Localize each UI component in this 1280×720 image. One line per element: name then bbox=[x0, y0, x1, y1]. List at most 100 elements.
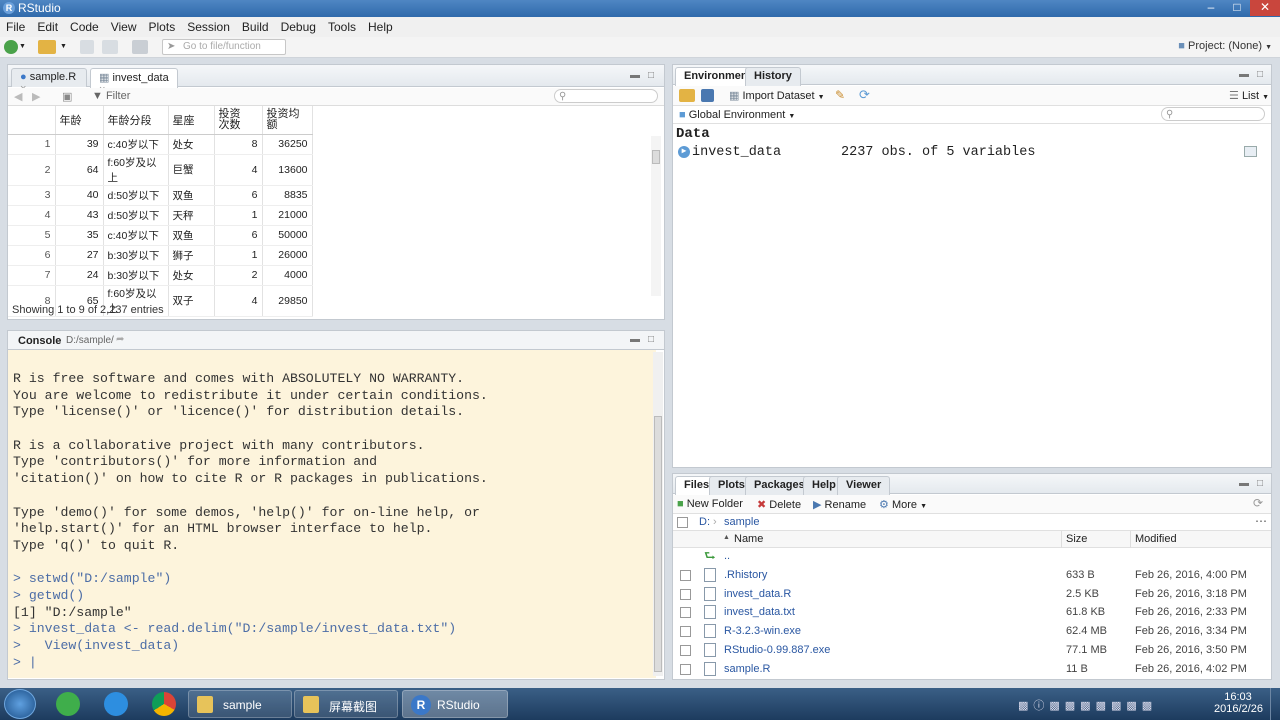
scrollbar-thumb[interactable] bbox=[652, 150, 660, 164]
table-row[interactable]: 7 24 b:30岁以下 处女 2 4000 bbox=[8, 265, 313, 286]
minimize-pane-icon[interactable]: ▬ bbox=[630, 70, 640, 81]
file-checkbox[interactable] bbox=[680, 644, 691, 656]
rename-button[interactable]: ▶ Rename bbox=[813, 498, 866, 511]
column-header-age[interactable]: 年龄 bbox=[55, 106, 104, 135]
menu-session[interactable]: Session bbox=[181, 17, 236, 34]
global-environment-menu[interactable]: ■ Global Environment ▼ bbox=[679, 109, 795, 121]
more-button[interactable]: ⚙ More ▼ bbox=[879, 498, 927, 511]
forward-icon[interactable]: ▶ bbox=[32, 90, 40, 103]
refresh-icon[interactable]: ⟳ bbox=[1253, 496, 1263, 510]
menu-plots[interactable]: Plots bbox=[143, 17, 182, 34]
save-workspace-icon[interactable] bbox=[701, 89, 714, 102]
popout-icon[interactable]: ▣ bbox=[62, 90, 72, 103]
file-name[interactable]: invest_data.txt bbox=[724, 606, 795, 618]
menu-code[interactable]: Code bbox=[64, 17, 105, 34]
scrollbar-thumb[interactable] bbox=[654, 416, 662, 672]
maximize-pane-icon[interactable]: □ bbox=[648, 70, 654, 81]
menu-view[interactable]: View bbox=[105, 17, 143, 34]
data-scrollbar[interactable] bbox=[651, 136, 661, 296]
load-workspace-icon[interactable] bbox=[679, 89, 695, 102]
column-header-age-group[interactable]: 年龄分段 bbox=[103, 106, 169, 135]
file-row[interactable]: invest_data.txt 61.8 KB Feb 26, 2016, 2:33… bbox=[674, 603, 1268, 622]
file-name[interactable]: sample.R bbox=[724, 663, 770, 675]
file-name[interactable]: invest_data.R bbox=[724, 588, 791, 600]
save-icon[interactable] bbox=[80, 40, 94, 54]
column-header-size[interactable]: Size bbox=[1066, 533, 1087, 545]
minimize-pane-icon[interactable]: ▬ bbox=[1239, 478, 1249, 489]
start-button-icon[interactable] bbox=[4, 689, 36, 719]
open-folder-icon[interactable] bbox=[38, 40, 56, 54]
menu-debug[interactable]: Debug bbox=[275, 17, 322, 34]
environment-search-input[interactable]: ⚲ bbox=[1161, 107, 1265, 121]
file-name[interactable]: R-3.2.3-win.exe bbox=[724, 625, 801, 637]
file-row[interactable]: sample.R 11 B Feb 26, 2016, 4:02 PM bbox=[674, 660, 1268, 679]
clock[interactable]: 16:03 2016/2/26 bbox=[1214, 691, 1263, 715]
minimize-pane-icon[interactable]: ▬ bbox=[1239, 69, 1249, 80]
data-search-input[interactable]: ⚲ bbox=[554, 89, 658, 103]
breadcrumb-drive[interactable]: D: bbox=[699, 516, 710, 528]
close-window-button[interactable]: ✕ bbox=[1250, 0, 1280, 16]
save-all-icon[interactable] bbox=[102, 40, 118, 54]
system-tray-icons[interactable]: ▩ⓘ▩▩▩▩▩▩▩ bbox=[1018, 697, 1198, 712]
task-screenshots[interactable]: 屏幕截图 bbox=[294, 690, 398, 718]
file-row[interactable]: RStudio-0.99.887.exe 77.1 MB Feb 26, 2016,… bbox=[674, 641, 1268, 660]
file-checkbox[interactable] bbox=[680, 663, 691, 675]
new-file-icon[interactable] bbox=[4, 40, 18, 54]
parent-directory-row[interactable]: ⮑ .. bbox=[674, 547, 1268, 566]
back-icon[interactable]: ◀ bbox=[14, 90, 22, 103]
maximize-pane-icon[interactable]: □ bbox=[648, 334, 654, 345]
tab-viewer[interactable]: Viewer bbox=[837, 476, 891, 495]
maximize-pane-icon[interactable]: □ bbox=[1257, 478, 1263, 489]
refresh-app-icon[interactable] bbox=[56, 692, 80, 716]
table-row[interactable]: 1 39 c:40岁以下 处女 8 36250 bbox=[8, 134, 313, 155]
file-name[interactable]: .Rhistory bbox=[724, 569, 767, 581]
select-all-checkbox[interactable] bbox=[677, 517, 688, 528]
minimize-pane-icon[interactable]: ▬ bbox=[630, 334, 640, 345]
maximize-pane-icon[interactable]: □ bbox=[1257, 69, 1263, 80]
file-row[interactable]: .Rhistory 633 B Feb 26, 2016, 4:00 PM bbox=[674, 566, 1268, 585]
task-sample[interactable]: sample bbox=[188, 690, 292, 718]
go-to-directory-icon[interactable]: ➦ bbox=[116, 334, 124, 345]
file-name[interactable]: RStudio-0.99.887.exe bbox=[724, 644, 830, 656]
table-row[interactable]: 4 43 d:50岁以下 天秤 1 21000 bbox=[8, 205, 313, 226]
show-desktop-button[interactable] bbox=[1270, 688, 1280, 720]
menu-tools[interactable]: Tools bbox=[322, 17, 362, 34]
file-row[interactable]: R-3.2.3-win.exe 62.4 MB Feb 26, 2016, 3:34… bbox=[674, 622, 1268, 641]
view-data-icon[interactable] bbox=[1244, 146, 1257, 157]
table-row[interactable]: 2 64 f:60岁及以上 巨蟹 4 13600 bbox=[8, 154, 313, 186]
menu-edit[interactable]: Edit bbox=[31, 17, 64, 34]
chrome-icon[interactable] bbox=[152, 692, 176, 716]
file-checkbox[interactable] bbox=[680, 626, 691, 638]
environment-item[interactable]: ▶ invest_data 2237 obs. of 5 variables bbox=[676, 145, 1268, 162]
console-scrollbar[interactable] bbox=[653, 352, 663, 676]
new-folder-button[interactable]: ■ New Folder bbox=[677, 498, 743, 510]
tab-sample-r[interactable]: ● sample.R × bbox=[11, 68, 87, 95]
filter-button[interactable]: ▼ Filter bbox=[92, 90, 130, 102]
print-icon[interactable] bbox=[132, 40, 148, 54]
column-header-invest-count[interactable]: 投资次数 bbox=[214, 106, 263, 135]
column-header-name[interactable]: Name bbox=[734, 533, 763, 545]
console-output[interactable]: R is free software and comes with ABSOLU… bbox=[8, 350, 656, 678]
parent-directory-link[interactable]: .. bbox=[724, 550, 730, 562]
project-menu[interactable]: ■ Project: (None) ▼ bbox=[1178, 40, 1272, 52]
file-row[interactable]: invest_data.R 2.5 KB Feb 26, 2016, 3:18 PM bbox=[674, 585, 1268, 604]
column-header-constellation[interactable]: 星座 bbox=[168, 106, 215, 135]
file-checkbox[interactable] bbox=[680, 607, 691, 619]
menu-file[interactable]: File bbox=[0, 17, 31, 34]
column-header-modified[interactable]: Modified bbox=[1135, 533, 1177, 545]
expand-icon[interactable]: ▶ bbox=[678, 146, 690, 158]
chevron-down-icon[interactable]: ▼ bbox=[19, 43, 26, 50]
table-row[interactable]: 3 40 d:50岁以下 双鱼 6 8835 bbox=[8, 185, 313, 206]
chevron-down-icon[interactable]: ▼ bbox=[60, 43, 67, 50]
tab-history[interactable]: History bbox=[745, 67, 801, 86]
tab-invest-data[interactable]: ▦ invest_data × bbox=[90, 68, 178, 96]
table-row[interactable]: 5 35 c:40岁以下 双鱼 6 50000 bbox=[8, 225, 313, 246]
maximize-button[interactable]: □ bbox=[1224, 0, 1250, 16]
column-header-invest-avg[interactable]: 投资均额 bbox=[262, 106, 313, 135]
task-rstudio[interactable]: R RStudio bbox=[402, 690, 508, 718]
minimize-button[interactable]: – bbox=[1198, 0, 1224, 16]
delete-button[interactable]: ✖ Delete bbox=[757, 498, 801, 511]
console-path[interactable]: D:/sample/ bbox=[66, 335, 114, 346]
refresh-icon[interactable]: ⟳ bbox=[859, 87, 870, 103]
file-checkbox[interactable] bbox=[680, 588, 691, 600]
